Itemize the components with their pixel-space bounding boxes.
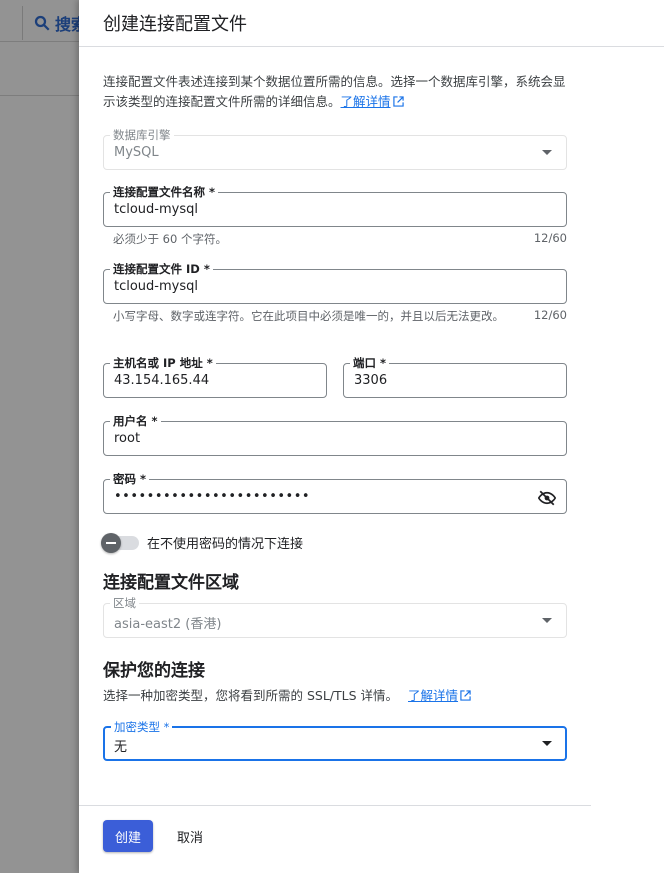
username-label: 用户名 * xyxy=(110,414,161,428)
chevron-down-icon xyxy=(542,149,552,155)
description-text: 连接配置文件表述连接到某个数据位置所需的信息。选择一个数据库引擎，系统会显示该类… xyxy=(103,74,566,109)
region-label: 区域 xyxy=(110,596,139,610)
security-description-text: 选择一种加密类型，您将看到所需的 SSL/TLS 详情。 xyxy=(103,688,399,703)
learn-more-link[interactable]: 了解详情 xyxy=(341,94,391,109)
security-section-description: 选择一种加密类型，您将看到所需的 SSL/TLS 详情。 了解详情 xyxy=(103,685,471,704)
region-section-title: 连接配置文件区域 xyxy=(103,573,239,593)
port-field[interactable]: 端口 * 3306 xyxy=(343,356,567,398)
profile-name-hint: 必须少于 60 个字符。 xyxy=(113,232,227,246)
chevron-down-icon xyxy=(542,740,552,746)
external-link-icon xyxy=(392,96,404,107)
cancel-button[interactable]: 取消 xyxy=(171,820,209,852)
encryption-type-value: 无 xyxy=(114,740,128,755)
profile-name-field[interactable]: 连接配置文件名称 * tcloud-mysql xyxy=(103,185,567,227)
profile-id-label: 连接配置文件 ID * xyxy=(110,262,213,276)
external-link-icon xyxy=(460,690,471,701)
page-title: 创建连接配置文件 xyxy=(103,14,247,35)
hostname-label: 主机名或 IP 地址 * xyxy=(110,356,216,370)
port-value: 3306 xyxy=(354,373,388,388)
username-field[interactable]: 用户名 * root xyxy=(103,414,567,456)
port-label: 端口 * xyxy=(350,356,390,370)
chevron-down-icon xyxy=(542,617,552,623)
profile-name-label: 连接配置文件名称 * xyxy=(110,185,219,199)
password-field[interactable]: 密码 * •••••••••••••••••••••••• xyxy=(103,472,567,514)
panel-footer: 创建 取消 xyxy=(79,805,591,873)
database-engine-select[interactable]: 数据库引擎 MySQL xyxy=(103,128,567,170)
hostname-field[interactable]: 主机名或 IP 地址 * 43.154.165.44 xyxy=(103,356,327,398)
profile-id-value: tcloud-mysql xyxy=(114,279,198,294)
create-button[interactable]: 创建 xyxy=(103,820,153,852)
region-value: asia-east2 (香港) xyxy=(114,617,222,632)
no-password-toggle[interactable] xyxy=(101,532,139,553)
panel-header: 创建连接配置文件 xyxy=(79,0,664,47)
encryption-type-select[interactable]: 加密类型 * 无 xyxy=(103,720,567,761)
password-value: •••••••••••••••••••••••• xyxy=(114,489,311,504)
password-label: 密码 * xyxy=(110,472,150,486)
profile-name-value: tcloud-mysql xyxy=(114,202,198,217)
security-learn-more-link[interactable]: 了解详情 xyxy=(408,688,458,703)
profile-id-hint: 小写字母、数字或连字符。它在此项目中必须是唯一的，并且以后无法更改。 xyxy=(113,309,504,323)
create-connection-profile-panel: 创建连接配置文件 连接配置文件表述连接到某个数据位置所需的信息。选择一个数据库引… xyxy=(79,0,664,873)
hostname-value: 43.154.165.44 xyxy=(114,373,210,388)
no-password-toggle-row[interactable]: 在不使用密码的情况下连接 xyxy=(101,532,304,553)
encryption-type-label: 加密类型 * xyxy=(111,720,173,734)
toggle-thumb xyxy=(101,532,121,553)
search-icon xyxy=(34,15,50,31)
profile-id-counter: 12/60 xyxy=(533,308,567,322)
profile-id-field[interactable]: 连接配置文件 ID * tcloud-mysql xyxy=(103,262,567,304)
database-engine-value: MySQL xyxy=(114,145,159,160)
dialog-description: 连接配置文件表述连接到某个数据位置所需的信息。选择一个数据库引擎，系统会显示该类… xyxy=(103,72,567,112)
security-section-title: 保护您的连接 xyxy=(103,661,205,681)
background-divider xyxy=(0,95,90,96)
database-engine-label: 数据库引擎 xyxy=(110,128,174,142)
visibility-off-icon[interactable] xyxy=(538,489,556,507)
username-value: root xyxy=(114,431,141,446)
profile-name-counter: 12/60 xyxy=(533,231,567,245)
region-select[interactable]: 区域 asia-east2 (香港) xyxy=(103,596,567,638)
no-password-toggle-label: 在不使用密码的情况下连接 xyxy=(147,537,304,552)
